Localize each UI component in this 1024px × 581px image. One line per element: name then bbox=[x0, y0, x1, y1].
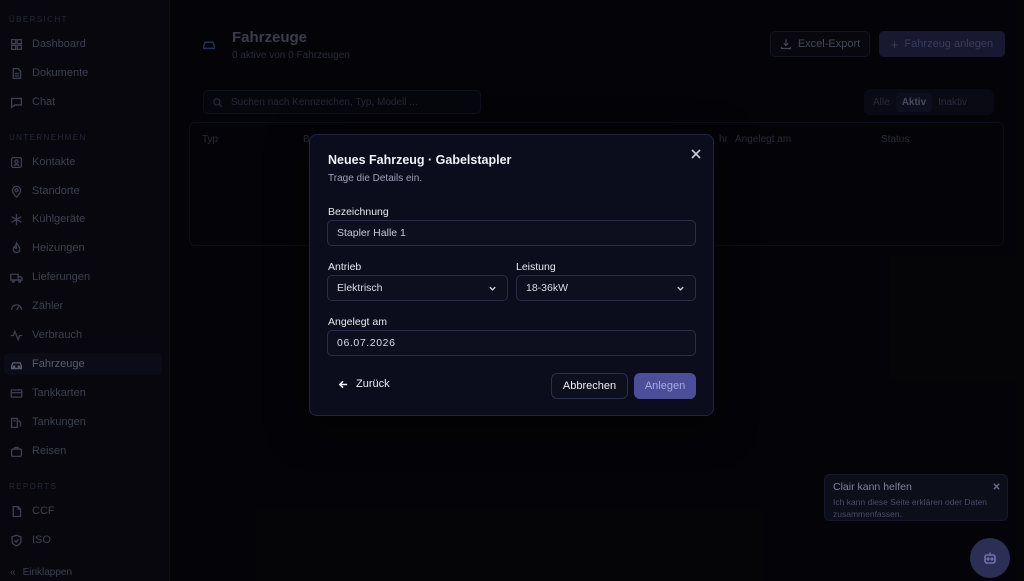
assistant-close-button[interactable] bbox=[992, 480, 1001, 490]
back-button[interactable]: Zurück bbox=[338, 378, 390, 390]
assistant-text: Ich kann diese Seite erklären oder Daten… bbox=[833, 497, 988, 519]
name-field[interactable] bbox=[327, 220, 696, 246]
assistant-title: Clair kann helfen bbox=[833, 481, 912, 493]
dialog-subtitle: Trage die Details ein. bbox=[328, 173, 423, 184]
new-vehicle-dialog: Neues Fahrzeug · Gabelstapler Trage die … bbox=[309, 134, 714, 416]
drive-label: Antrieb bbox=[328, 261, 362, 273]
dialog-title: Neues Fahrzeug · Gabelstapler bbox=[328, 153, 512, 167]
date-label: Angelegt am bbox=[328, 316, 387, 328]
close-button[interactable] bbox=[690, 148, 702, 160]
date-value: 06.07.2026 bbox=[337, 337, 396, 349]
drive-select[interactable]: Elektrisch bbox=[327, 275, 508, 301]
date-stepper-icon[interactable] bbox=[416, 338, 426, 349]
chevron-down-icon bbox=[676, 284, 685, 293]
cancel-button[interactable]: Abbrechen bbox=[551, 373, 628, 399]
close-icon bbox=[993, 483, 1000, 490]
drive-value: Elektrisch bbox=[337, 282, 383, 294]
close-icon bbox=[691, 149, 701, 159]
arrow-left-icon bbox=[338, 380, 348, 388]
power-value: 18-36kW bbox=[526, 282, 569, 294]
name-input[interactable] bbox=[337, 227, 695, 239]
name-label: Bezeichnung bbox=[328, 206, 389, 218]
assistant-button[interactable] bbox=[970, 538, 1010, 578]
power-label: Leistung bbox=[516, 261, 556, 273]
date-field[interactable]: 06.07.2026 bbox=[327, 330, 696, 356]
assistant-tooltip: Clair kann helfen Ich kann diese Seite e… bbox=[824, 474, 1008, 521]
power-select[interactable]: 18-36kW bbox=[516, 275, 696, 301]
back-label: Zurück bbox=[356, 378, 390, 390]
chevron-down-icon bbox=[488, 284, 497, 293]
create-button[interactable]: Anlegen bbox=[634, 373, 696, 399]
robot-icon bbox=[984, 552, 996, 564]
